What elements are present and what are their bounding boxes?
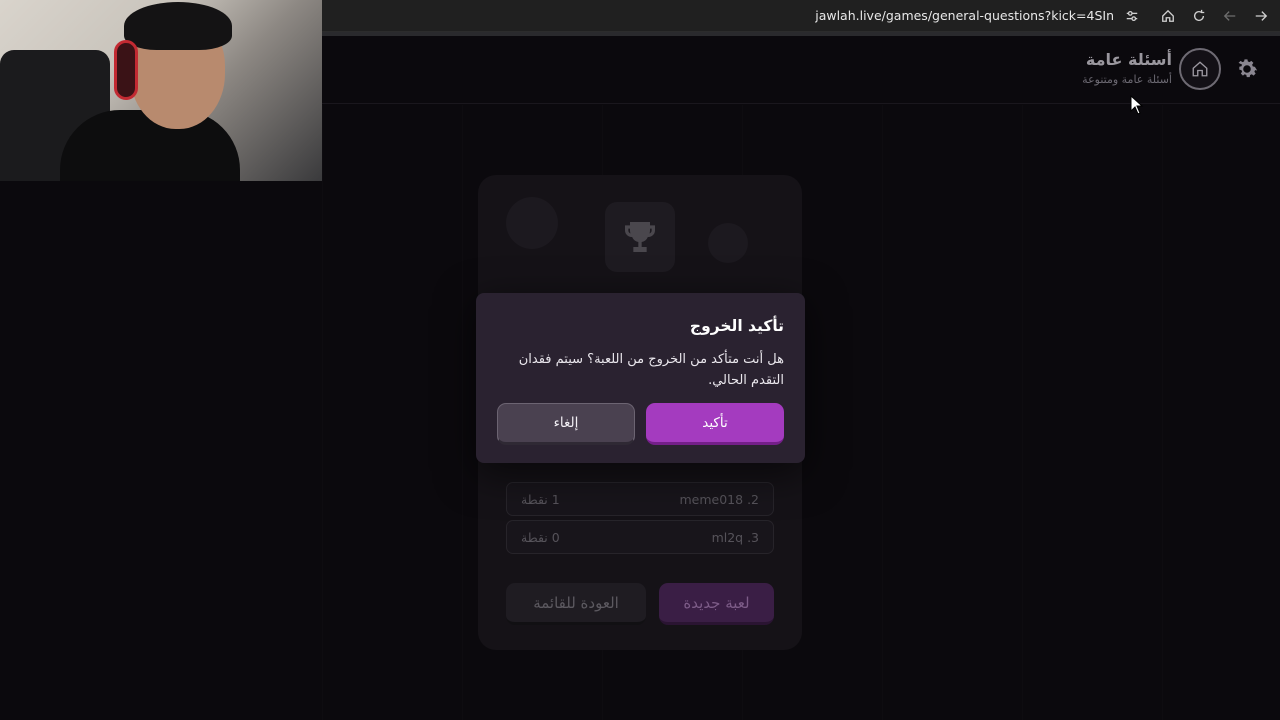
cancel-button[interactable]: إلغاء xyxy=(497,403,635,445)
confirm-button[interactable]: تأكيد xyxy=(646,403,784,445)
player-points: 1 نقطة xyxy=(521,492,560,507)
trophy-badge xyxy=(605,202,675,272)
webcam-overlay xyxy=(0,0,322,181)
mouse-cursor-icon xyxy=(1130,94,1144,115)
leaderboard-row: ml2q .3 0 نقطة xyxy=(506,520,774,554)
player-points: 0 نقطة xyxy=(521,530,560,545)
new-game-button[interactable]: لعبة جديدة xyxy=(659,583,774,625)
webcam-person-hair xyxy=(124,2,232,50)
webcam-person-shirt xyxy=(60,110,240,181)
player-name: ml2q .3 xyxy=(711,530,759,545)
browser-home-icon[interactable] xyxy=(1158,6,1178,26)
back-arrow-icon[interactable] xyxy=(1220,6,1240,26)
forward-arrow-icon[interactable] xyxy=(1251,6,1271,26)
decorative-circle xyxy=(506,197,558,249)
exit-confirm-dialog: تأكيد الخروج هل أنت متأكد من الخروج من ا… xyxy=(476,293,805,463)
trophy-icon xyxy=(625,222,655,252)
back-to-menu-button[interactable]: العودة للقائمة xyxy=(506,583,646,625)
dialog-message: هل أنت متأكد من الخروج من اللعبة؟ سيتم ف… xyxy=(518,352,784,388)
home-icon xyxy=(1192,61,1208,77)
dialog-title: تأكيد الخروج xyxy=(689,317,784,335)
player-name: meme018 .2 xyxy=(679,492,760,507)
reload-icon[interactable] xyxy=(1189,6,1209,26)
site-settings-icon[interactable] xyxy=(1122,6,1142,26)
decorative-circle xyxy=(708,223,748,263)
webcam-headset xyxy=(114,40,138,100)
app-header: أسئلة عامة أسئلة عامة ومتنوعة xyxy=(322,36,1280,104)
address-bar-url[interactable]: jawlah.live/games/general-questions?kick… xyxy=(815,8,1114,23)
home-button[interactable] xyxy=(1179,48,1221,90)
gear-icon[interactable] xyxy=(1234,56,1260,82)
leaderboard-row: meme018 .2 1 نقطة xyxy=(506,482,774,516)
page-subtitle: أسئلة عامة ومتنوعة xyxy=(1082,73,1172,86)
page-title: أسئلة عامة xyxy=(1085,50,1172,69)
